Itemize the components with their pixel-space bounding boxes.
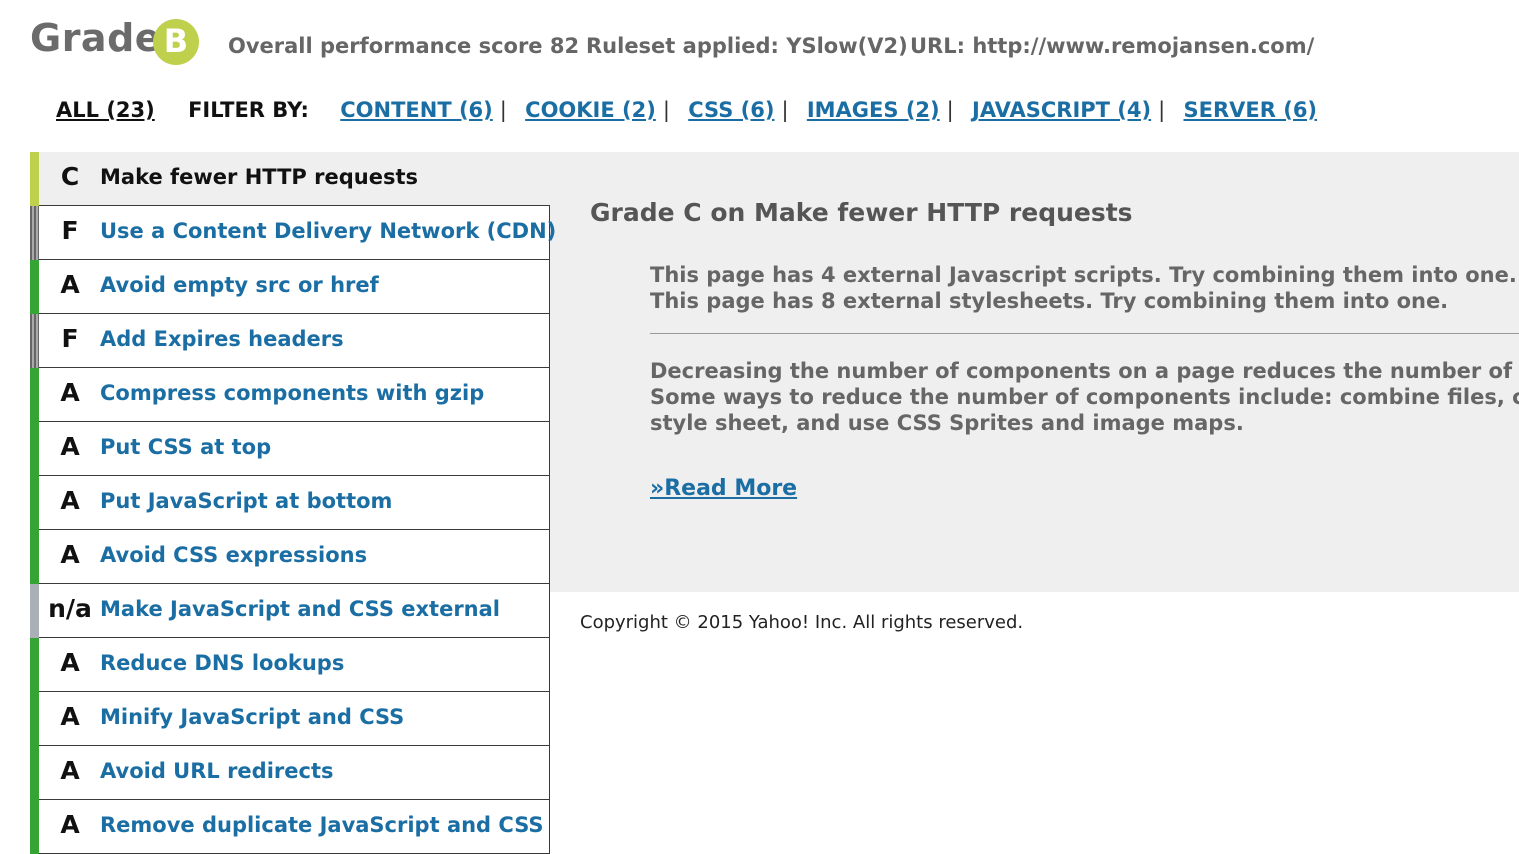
description-line: style sheet, and use CSS Sprites and ima…	[650, 411, 1244, 435]
rule-title[interactable]: Avoid CSS expressions	[100, 543, 367, 567]
filter-images-link[interactable]: IMAGES (2)	[807, 98, 940, 122]
filter-server-link[interactable]: SERVER (6)	[1184, 98, 1318, 122]
filter-separator: |	[499, 98, 507, 122]
rule-title[interactable]: Compress components with gzip	[100, 381, 484, 405]
rule-grade: A	[60, 648, 80, 677]
rule-grade: A	[60, 756, 80, 785]
rule-row-reduce-dns-lookups[interactable]: A Reduce DNS lookups	[30, 638, 550, 692]
rule-row-make-fewer-http-requests[interactable]: C Make fewer HTTP requests	[30, 152, 550, 206]
rule-row-avoid-redirects[interactable]: A Avoid URL redirects	[30, 746, 550, 800]
rule-title[interactable]: Avoid empty src or href	[100, 273, 379, 297]
filter-javascript-link[interactable]: JAVASCRIPT (4)	[972, 98, 1151, 122]
grade-color-bar	[30, 260, 39, 314]
grade-color-bar	[30, 638, 39, 692]
finding-line: This page has 8 external stylesheets. Tr…	[650, 289, 1449, 313]
rule-title[interactable]: Use a Content Delivery Network (CDN)	[100, 219, 556, 243]
grade-color-bar	[30, 530, 39, 584]
rule-title[interactable]: Minify JavaScript and CSS	[100, 705, 404, 729]
filter-separator: |	[946, 98, 954, 122]
grade-color-bar	[30, 422, 39, 476]
rule-title[interactable]: Put CSS at top	[100, 435, 271, 459]
rule-title[interactable]: Remove duplicate JavaScript and CSS	[100, 813, 544, 837]
filter-css-link[interactable]: CSS (6)	[688, 98, 774, 122]
rule-row-compress-gzip[interactable]: A Compress components with gzip	[30, 368, 550, 422]
page-url: URL: http://www.remojansen.com/	[910, 34, 1315, 58]
overall-grade-badge: B	[153, 19, 199, 65]
rule-grade: F	[61, 324, 79, 353]
filter-cookie-link[interactable]: COOKIE (2)	[525, 98, 656, 122]
rule-row-external-js-css[interactable]: n/a Make JavaScript and CSS external	[30, 584, 550, 638]
grade-color-bar	[30, 692, 39, 746]
rule-row-css-at-top[interactable]: A Put CSS at top	[30, 422, 550, 476]
rule-grade: n/a	[48, 594, 92, 623]
rule-title[interactable]: Avoid URL redirects	[100, 759, 334, 783]
detail-title: Grade C on Make fewer HTTP requests	[590, 198, 1133, 227]
filter-separator: |	[1158, 98, 1166, 122]
description-line: Decreasing the number of components on a…	[650, 359, 1519, 383]
read-more-link[interactable]: »Read More	[650, 476, 797, 501]
rule-grade: A	[60, 486, 80, 515]
description-line: Some ways to reduce the number of compon…	[650, 385, 1519, 409]
rule-row-use-cdn[interactable]: F Use a Content Delivery Network (CDN)	[30, 206, 556, 260]
rule-title[interactable]: Make JavaScript and CSS external	[100, 597, 500, 621]
rule-row-remove-duplicates[interactable]: A Remove duplicate JavaScript and CSS	[30, 800, 550, 854]
rule-title[interactable]: Put JavaScript at bottom	[100, 489, 392, 513]
detail-divider	[650, 333, 1519, 334]
rules-list: C Make fewer HTTP requests F Use a Conte…	[30, 152, 556, 854]
grade-color-bar	[30, 584, 39, 638]
rule-title[interactable]: Add Expires headers	[100, 327, 344, 351]
filter-all-link[interactable]: ALL (23)	[56, 98, 155, 122]
grade-color-bar	[30, 800, 39, 854]
rule-row-add-expires-headers[interactable]: F Add Expires headers	[30, 314, 550, 368]
rule-grade: A	[60, 270, 80, 299]
report-header: Grade B Overall performance score 82 Rul…	[30, 14, 1510, 66]
grade-color-bar	[30, 314, 39, 368]
grade-color-bar	[30, 206, 39, 260]
grade-color-bar	[30, 476, 39, 530]
finding-line: This page has 4 external Javascript scri…	[650, 263, 1517, 287]
grade-color-bar	[30, 746, 39, 800]
filter-bar: ALL (23) FILTER BY: CONTENT (6) | COOKIE …	[56, 98, 1317, 122]
filter-by-label: FILTER BY:	[188, 98, 309, 122]
rule-grade: A	[60, 810, 80, 839]
rule-grade: A	[60, 540, 80, 569]
overall-score: Overall performance score 82	[228, 34, 580, 58]
grade-color-bar	[30, 152, 39, 206]
rule-detail: Grade C on Make fewer HTTP requests This…	[590, 198, 1519, 501]
filter-separator: |	[662, 98, 670, 122]
filter-content-link[interactable]: CONTENT (6)	[340, 98, 493, 122]
rule-grade: C	[60, 162, 80, 191]
ruleset-applied: Ruleset applied: YSlow(V2)	[586, 34, 908, 58]
filter-separator: |	[781, 98, 789, 122]
rule-grade: A	[60, 378, 80, 407]
grade-color-bar	[30, 368, 39, 422]
rule-grade: A	[60, 432, 80, 461]
rule-title[interactable]: Reduce DNS lookups	[100, 651, 344, 675]
grade-heading: Grade	[30, 16, 162, 60]
copyright-text: Copyright © 2015 Yahoo! Inc. All rights …	[580, 612, 1024, 633]
rule-row-avoid-css-expressions[interactable]: A Avoid CSS expressions	[30, 530, 550, 584]
rule-grade: F	[61, 216, 79, 245]
rule-title[interactable]: Make fewer HTTP requests	[100, 165, 418, 189]
rule-row-avoid-empty-src[interactable]: A Avoid empty src or href	[30, 260, 550, 314]
rule-row-minify-js-css[interactable]: A Minify JavaScript and CSS	[30, 692, 550, 746]
rule-row-js-at-bottom[interactable]: A Put JavaScript at bottom	[30, 476, 550, 530]
rule-grade: A	[60, 702, 80, 731]
